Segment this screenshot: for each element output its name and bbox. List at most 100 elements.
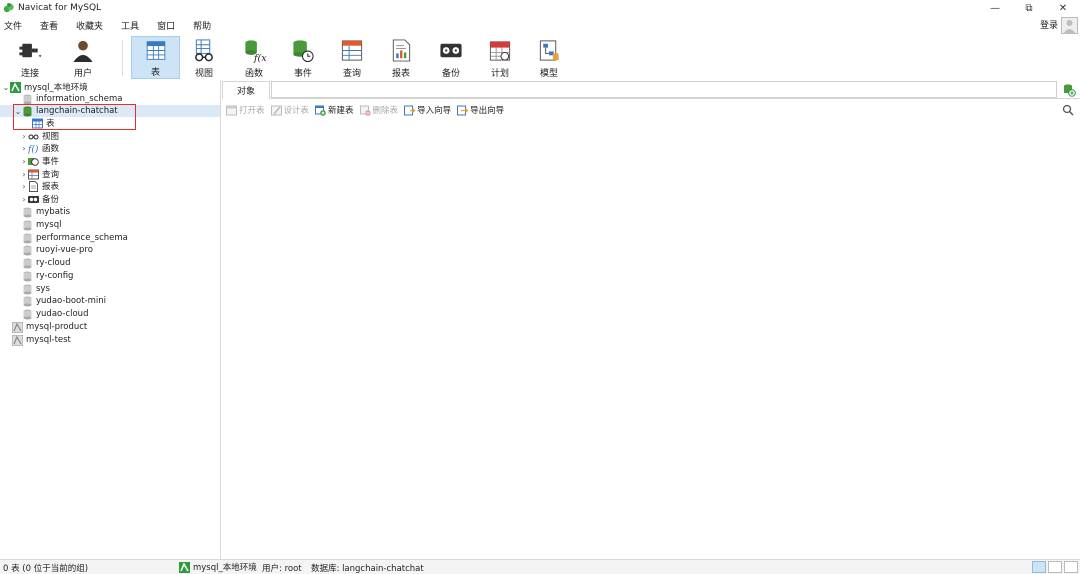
tree-node-events[interactable]: › 事件 — [20, 155, 60, 168]
minimize-button[interactable]: — — [978, 0, 1012, 16]
collapsed-arrow-icon[interactable]: › — [20, 157, 28, 166]
toolbar-label: 计划 — [490, 69, 509, 79]
tree-db-yudao-cloud[interactable]: yudao-cloud — [14, 308, 88, 320]
connection-icon — [179, 561, 190, 573]
new-tab-icon[interactable] — [1062, 83, 1076, 97]
toolbar-event-button[interactable]: 事件 — [285, 36, 321, 79]
view-mode-switcher — [1030, 561, 1078, 573]
restore-button[interactable]: ⧉ — [1012, 0, 1046, 16]
tree-connection-test[interactable]: mysql-test — [4, 334, 71, 346]
event-icon — [293, 40, 314, 63]
collapsed-arrow-icon[interactable]: › — [20, 195, 28, 204]
menu-tools[interactable]: 工具 — [121, 19, 139, 32]
tree-label: information_schema — [36, 94, 123, 104]
plug-icon — [19, 43, 42, 58]
function-icon: f(x) — [245, 40, 267, 63]
tree-connection-product[interactable]: mysql-product — [4, 321, 87, 333]
toolbar-view-button[interactable]: 视图 — [186, 36, 222, 79]
tree-db-yudao-boot-mini[interactable]: yudao-boot-mini — [14, 295, 106, 307]
database-icon — [23, 271, 32, 281]
tab-objects[interactable]: 对象 — [222, 81, 270, 99]
tree-label: ry-config — [36, 271, 74, 281]
delete-table-icon — [359, 105, 371, 116]
user-silhouette-icon — [1064, 20, 1075, 33]
toolbar-connect-button[interactable]: 连接 — [12, 36, 48, 79]
export-icon — [457, 105, 469, 115]
status-user: 用户: root — [262, 564, 302, 574]
toolbar-table-button[interactable]: 表 — [131, 36, 180, 79]
grid-view-button[interactable] — [1032, 561, 1046, 573]
object-panel: 对象 打开表 设计表 新建表 删除表 导入向导 导出向导 — [222, 80, 1080, 559]
avatar[interactable] — [1061, 17, 1078, 34]
tab-bar-area — [271, 81, 1057, 98]
menu-view[interactable]: 查看 — [40, 19, 58, 32]
tree-node-functions[interactable]: › f() 函数 — [20, 142, 60, 155]
collapsed-arrow-icon[interactable]: › — [20, 170, 28, 179]
tree-node-views[interactable]: › 视图 — [20, 130, 59, 143]
report-icon — [29, 180, 38, 192]
design-table-button[interactable]: 设计表 — [270, 104, 309, 116]
tree-db-sys[interactable]: sys — [14, 283, 50, 295]
menu-window[interactable]: 窗口 — [157, 19, 175, 32]
open-table-icon — [226, 105, 237, 115]
toolbar-query-button[interactable]: 查询 — [334, 36, 370, 79]
database-icon — [23, 309, 32, 319]
menu-favorites[interactable]: 收藏夹 — [76, 19, 103, 32]
tree-node-reports[interactable]: › 报表 — [20, 180, 59, 192]
new-table-button[interactable]: 新建表 — [315, 104, 354, 116]
menu-help[interactable]: 帮助 — [193, 19, 211, 32]
svg-text:f(): f() — [28, 144, 39, 154]
tree-node-backups[interactable]: › 备份 — [20, 193, 59, 206]
close-button[interactable]: ✕ — [1046, 0, 1080, 16]
event-icon — [28, 157, 39, 166]
status-connection-name: mysql_本地环境 — [193, 563, 257, 573]
toolbar-label: 视图 — [194, 69, 213, 79]
tree-label: mysql_本地环境 — [24, 83, 88, 93]
tree-db-mysql[interactable]: mysql — [14, 219, 62, 231]
import-wizard-button[interactable]: 导入向导 — [404, 104, 451, 116]
detail-view-button[interactable] — [1064, 561, 1078, 573]
database-icon — [23, 258, 32, 268]
action-label: 新建表 — [328, 106, 354, 116]
schedule-icon — [489, 41, 511, 61]
toolbar-label: 备份 — [441, 69, 460, 79]
toolbar-backup-button[interactable]: 备份 — [433, 36, 469, 79]
login-link[interactable]: 登录 — [1040, 18, 1058, 31]
menu-file[interactable]: 文件 — [4, 19, 22, 32]
open-table-button[interactable]: 打开表 — [226, 104, 265, 116]
tree-label: 事件 — [42, 157, 60, 167]
navigation-tree: ⌄ mysql_本地环境 information_schema ⌄ langch… — [0, 80, 221, 559]
tree-db-ry-cloud[interactable]: ry-cloud — [14, 257, 70, 269]
toolbar-report-button[interactable]: 报表 — [383, 36, 419, 79]
tree-db-performance-schema[interactable]: performance_schema — [14, 232, 128, 244]
collapsed-arrow-icon[interactable]: › — [20, 132, 28, 141]
expanded-arrow-icon[interactable]: ⌄ — [2, 83, 10, 92]
toolbar-schedule-button[interactable]: 计划 — [482, 36, 518, 79]
database-icon — [23, 207, 32, 217]
toolbar-user-button[interactable]: 用户 — [66, 36, 100, 79]
list-view-button[interactable] — [1048, 561, 1062, 573]
search-icon[interactable] — [1062, 104, 1074, 116]
toolbar-function-button[interactable]: f(x) 函数 — [236, 36, 272, 79]
tree-connection-local[interactable]: ⌄ mysql_本地环境 — [2, 81, 88, 93]
export-wizard-button[interactable]: 导出向导 — [457, 104, 504, 116]
tree-label: 函数 — [42, 144, 60, 154]
window-controls: — ⧉ ✕ — [978, 0, 1080, 16]
collapsed-arrow-icon[interactable]: › — [20, 182, 28, 191]
tree-db-ruoyi-vue-pro[interactable]: ruoyi-vue-pro — [14, 244, 93, 256]
toolbar-model-button[interactable]: 模型 — [531, 36, 567, 79]
tree-db-ry-config[interactable]: ry-config — [14, 270, 73, 282]
tree-db-mybatis[interactable]: mybatis — [14, 206, 70, 218]
collapsed-arrow-icon[interactable]: › — [20, 144, 28, 153]
navicat-logo-icon — [3, 3, 14, 13]
backup-icon — [28, 195, 39, 203]
delete-table-button[interactable]: 删除表 — [359, 104, 398, 116]
import-icon — [404, 105, 416, 115]
tree-label: yudao-cloud — [36, 309, 89, 319]
tree-label: sys — [36, 284, 50, 294]
toolbar-label: 报表 — [391, 69, 410, 79]
tree-node-queries[interactable]: › 查询 — [20, 168, 59, 180]
connection-icon — [12, 321, 23, 333]
annotation-highlight-box — [13, 104, 136, 130]
toolbar-label: 函数 — [244, 69, 263, 79]
